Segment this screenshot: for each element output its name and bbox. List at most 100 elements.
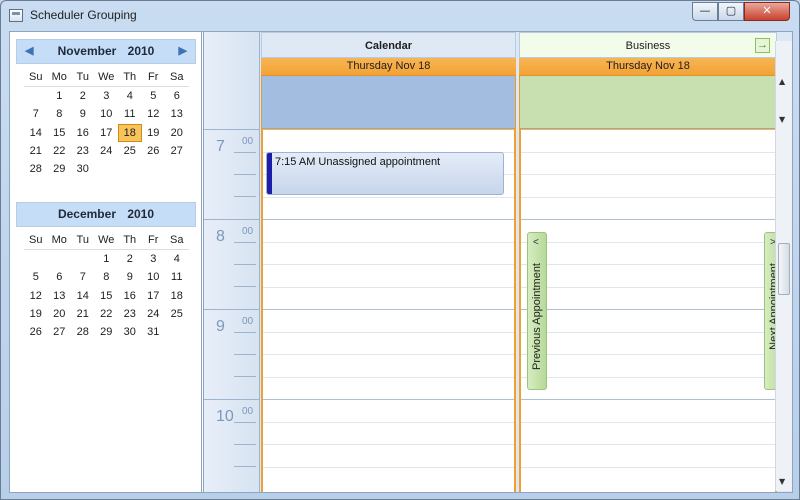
day-cell[interactable]: 18 [118, 123, 142, 142]
time-slot[interactable] [263, 129, 514, 130]
time-slot[interactable] [521, 421, 775, 423]
day-cell[interactable]: 24 [95, 142, 119, 160]
day-cell[interactable]: 26 [142, 142, 166, 160]
day-cell[interactable]: 14 [71, 287, 95, 305]
day-cell[interactable]: 3 [142, 250, 166, 268]
day-cell[interactable]: 21 [24, 142, 48, 160]
time-slot[interactable] [263, 466, 514, 468]
day-cell[interactable]: 1 [95, 250, 119, 268]
day-cell[interactable]: 25 [165, 305, 189, 323]
day-cell[interactable]: 20 [48, 305, 72, 323]
time-slot[interactable] [263, 376, 514, 378]
day-cell[interactable]: 10 [95, 105, 119, 123]
time-slot[interactable] [521, 466, 775, 468]
day-cell[interactable]: 8 [95, 268, 119, 286]
time-slot[interactable] [521, 151, 775, 153]
day-cell[interactable]: 10 [142, 268, 166, 286]
time-slot[interactable] [521, 309, 775, 310]
scroll-thumb[interactable] [778, 243, 790, 295]
day-cell[interactable]: 23 [71, 142, 95, 160]
day-cell[interactable]: 27 [165, 142, 189, 160]
day-cell[interactable]: 4 [165, 250, 189, 268]
day-cell[interactable]: 21 [71, 305, 95, 323]
time-slot[interactable] [521, 219, 775, 220]
day-cell[interactable]: 8 [48, 105, 72, 123]
appointment[interactable]: 7:15 AM Unassigned appointment [266, 152, 504, 195]
day-cell[interactable]: 31 [142, 323, 166, 341]
day-cell[interactable]: 11 [118, 105, 142, 123]
time-slot[interactable] [521, 174, 775, 175]
goto-arrow-icon[interactable]: → [755, 38, 770, 53]
day-cell[interactable]: 13 [165, 105, 189, 123]
day-cell[interactable]: 9 [118, 268, 142, 286]
day-cell[interactable]: 6 [48, 268, 72, 286]
day-cell[interactable]: 28 [71, 323, 95, 341]
day-cell[interactable]: 15 [95, 287, 119, 305]
time-slot[interactable] [263, 354, 514, 355]
day-cell[interactable]: 18 [165, 287, 189, 305]
time-slot[interactable] [521, 196, 775, 198]
day-cell[interactable]: 5 [24, 268, 48, 286]
day-cell[interactable]: 22 [48, 142, 72, 160]
time-slot[interactable] [521, 399, 775, 400]
allday-scroll-down-icon[interactable]: ▼ [779, 115, 785, 124]
day-cell[interactable]: 27 [48, 323, 72, 341]
day-cell[interactable]: 6 [165, 87, 189, 105]
day-cell[interactable]: 28 [24, 160, 48, 178]
day-cell[interactable]: 19 [24, 305, 48, 323]
title-bar[interactable]: Scheduler Grouping — ▢ ✕ [1, 1, 799, 31]
prev-month-button[interactable]: ◀ [25, 40, 33, 63]
day-cell[interactable]: 2 [118, 250, 142, 268]
time-slot[interactable] [263, 331, 514, 333]
time-slot[interactable] [263, 444, 514, 445]
day-cell[interactable]: 7 [71, 268, 95, 286]
time-slot[interactable] [521, 241, 775, 243]
day-cell[interactable]: 26 [24, 323, 48, 341]
scroll-up-icon[interactable]: ▲ [779, 77, 785, 86]
time-slot[interactable] [521, 444, 775, 445]
day-cell[interactable]: 19 [142, 124, 166, 142]
day-cell[interactable]: 12 [142, 105, 166, 123]
all-day-area[interactable] [261, 76, 516, 129]
time-slot[interactable] [521, 129, 775, 130]
time-slot[interactable] [263, 286, 514, 288]
day-cell[interactable]: 17 [142, 287, 166, 305]
day-cell[interactable]: 23 [118, 305, 142, 323]
next-month-button[interactable]: ▶ [179, 40, 187, 63]
day-cell[interactable]: 25 [118, 142, 142, 160]
day-cell[interactable]: 2 [71, 87, 95, 105]
day-cell[interactable]: 16 [118, 287, 142, 305]
time-slot[interactable] [521, 286, 775, 288]
day-cell[interactable]: 17 [95, 124, 119, 142]
day-cell[interactable]: 24 [142, 305, 166, 323]
day-slots[interactable] [519, 129, 777, 492]
time-slot[interactable] [263, 421, 514, 423]
day-cell[interactable]: 30 [118, 323, 142, 341]
maximize-button[interactable]: ▢ [718, 2, 744, 21]
day-cell[interactable]: 7 [24, 105, 48, 123]
day-cell[interactable]: 11 [165, 268, 189, 286]
time-slot[interactable] [263, 241, 514, 243]
scroll-down-icon[interactable]: ▼ [779, 477, 785, 486]
day-cell[interactable]: 29 [95, 323, 119, 341]
time-slot[interactable] [263, 264, 514, 265]
time-slot[interactable] [263, 309, 514, 310]
time-slot[interactable] [263, 399, 514, 400]
previous-appointment-button[interactable]: < Previous Appointment [527, 232, 547, 390]
day-cell[interactable]: 12 [24, 287, 48, 305]
day-cell[interactable]: 5 [142, 87, 166, 105]
day-cell[interactable]: 3 [95, 87, 119, 105]
day-cell[interactable]: 15 [48, 124, 72, 142]
time-slot[interactable] [263, 219, 514, 220]
time-slot[interactable] [263, 196, 514, 198]
time-slot[interactable] [521, 264, 775, 265]
time-slot[interactable] [521, 376, 775, 378]
day-cell[interactable]: 4 [118, 87, 142, 105]
day-cell[interactable]: 20 [165, 124, 189, 142]
day-cell[interactable]: 14 [24, 124, 48, 142]
day-cell[interactable]: 9 [71, 105, 95, 123]
time-slot[interactable] [521, 331, 775, 333]
time-slot[interactable] [521, 354, 775, 355]
day-cell[interactable]: 13 [48, 287, 72, 305]
day-cell[interactable]: 29 [48, 160, 72, 178]
